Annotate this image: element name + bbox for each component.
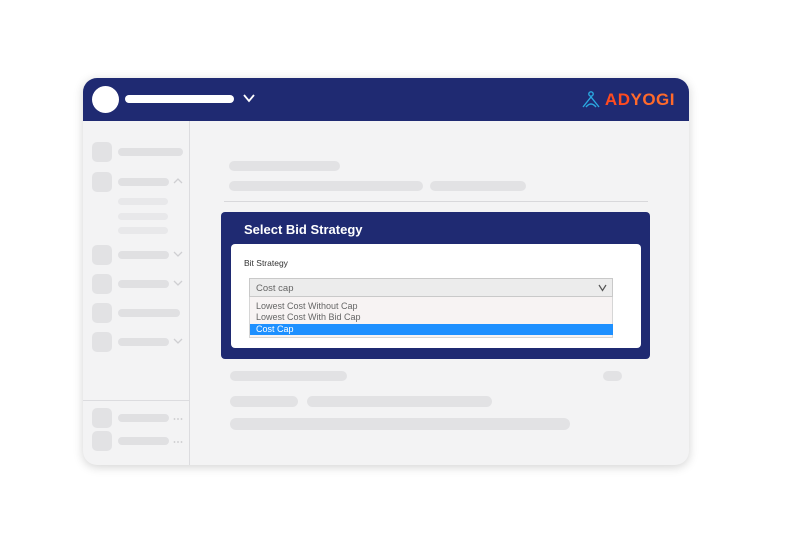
small-placeholder <box>603 371 622 381</box>
chevron-down-icon[interactable] <box>242 91 256 105</box>
sidebar-item[interactable] <box>92 245 187 265</box>
dropdown-option[interactable]: Lowest Cost Without Cap <box>250 301 613 312</box>
sidebar-subitem[interactable] <box>118 198 168 205</box>
sidebar-item-label <box>118 178 169 186</box>
dropdown-option-selected[interactable]: Cost Cap <box>250 324 613 335</box>
sidebar <box>83 121 190 465</box>
sidebar-item-label <box>118 251 169 259</box>
content-divider <box>224 201 648 202</box>
sidebar-item-icon <box>92 332 112 352</box>
sidebar-item-label <box>118 148 183 156</box>
sidebar-subitem[interactable] <box>118 227 168 234</box>
sidebar-item[interactable] <box>92 142 187 162</box>
sidebar-item-icon <box>92 172 112 192</box>
text-placeholder <box>230 371 347 381</box>
text-placeholder <box>307 396 492 407</box>
avatar[interactable] <box>92 86 119 113</box>
bid-strategy-card: Bit Strategy Cost cap Lowest Cost Withou… <box>231 244 641 348</box>
bid-strategy-select[interactable]: Cost cap <box>249 278 613 297</box>
chevron-down-icon[interactable] <box>173 336 183 346</box>
sidebar-footer-item[interactable] <box>92 408 187 428</box>
more-dots-icon[interactable] <box>173 437 183 447</box>
sidebar-item-icon <box>92 142 112 162</box>
select-value: Cost cap <box>256 283 294 294</box>
sidebar-item-icon <box>92 245 112 265</box>
sidebar-item-label <box>118 280 169 288</box>
heading-placeholder <box>229 161 340 171</box>
sidebar-item-label <box>118 338 169 346</box>
logo-text: ADYOGI <box>604 90 675 109</box>
sidebar-subitem[interactable] <box>118 213 168 220</box>
sidebar-item[interactable] <box>92 332 187 352</box>
text-placeholder <box>230 396 298 407</box>
text-placeholder <box>230 418 570 430</box>
sidebar-item-icon <box>92 408 112 428</box>
yoga-person-icon <box>582 91 600 108</box>
sidebar-divider <box>83 400 189 401</box>
bid-strategy-panel: Select Bid Strategy Bit Strategy Cost ca… <box>221 212 650 359</box>
text-placeholder <box>229 181 423 191</box>
brand-logo: ADYOGI <box>581 90 675 110</box>
sidebar-item-icon <box>92 303 112 323</box>
more-dots-icon[interactable] <box>173 414 183 424</box>
dropdown-option[interactable]: Lowest Cost With Bid Cap <box>250 312 613 323</box>
sidebar-item[interactable] <box>92 303 187 323</box>
sidebar-footer-item[interactable] <box>92 431 187 451</box>
chevron-up-icon[interactable] <box>173 176 183 186</box>
sidebar-item-label <box>118 437 169 445</box>
sidebar-item-icon <box>92 431 112 451</box>
sidebar-item-icon <box>92 274 112 294</box>
app-window: ADYOGI Select Bid Strategy Bit Strategy … <box>83 78 689 465</box>
sidebar-item-expanded[interactable] <box>92 172 187 192</box>
text-placeholder <box>430 181 526 191</box>
chevron-down-icon[interactable] <box>173 278 183 288</box>
field-label: Bit Strategy <box>244 258 288 268</box>
panel-title: Select Bid Strategy <box>244 222 363 237</box>
account-name-placeholder <box>125 95 234 103</box>
chevron-down-icon[interactable] <box>598 283 607 292</box>
sidebar-item-label <box>118 414 169 422</box>
chevron-down-icon[interactable] <box>173 249 183 259</box>
top-bar: ADYOGI <box>83 78 689 121</box>
dropdown-options: Lowest Cost Without Cap Lowest Cost With… <box>249 297 613 338</box>
sidebar-item[interactable] <box>92 274 187 294</box>
sidebar-item-label <box>118 309 180 317</box>
